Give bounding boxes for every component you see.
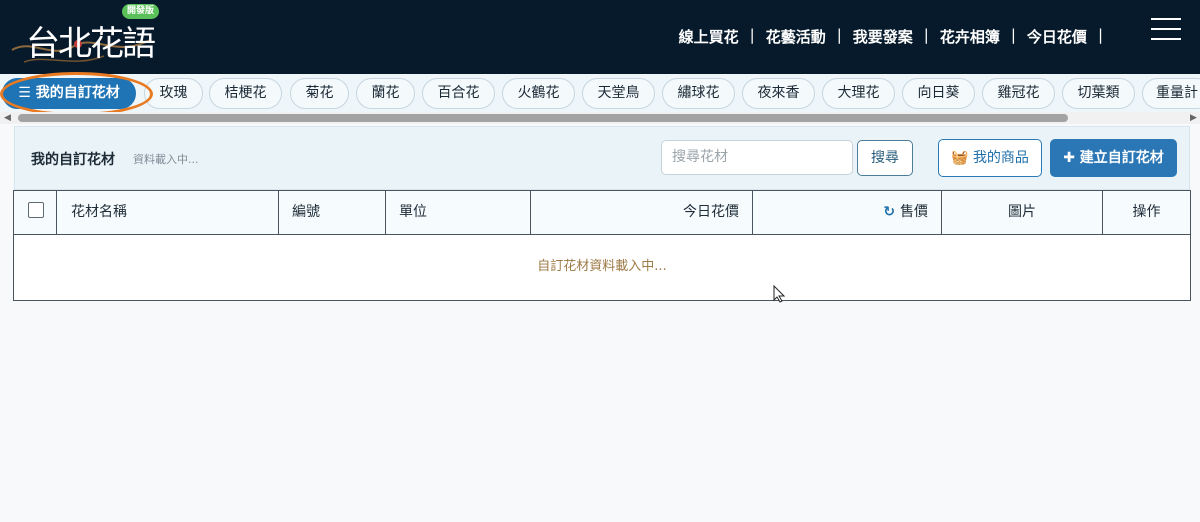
scrollbar-thumb[interactable] [18, 114, 1068, 122]
custom-materials-table: 花材名稱 編號 單位 今日花價 ↻ 售價 圖片 操作 自訂花材資料載入中... [13, 190, 1191, 301]
nav-today-price[interactable]: 今日花價 [1027, 26, 1087, 47]
scroll-right-icon[interactable]: ▶ [1190, 113, 1197, 123]
scroll-left-icon[interactable]: ◀ [4, 113, 11, 123]
nav-separator: | [836, 26, 842, 44]
category-bird-of-paradise[interactable]: 天堂鳥 [582, 78, 655, 109]
nav-separator: | [749, 26, 755, 44]
my-products-button[interactable]: 🧺 我的商品 [938, 139, 1042, 177]
nav-post-job[interactable]: 我要發案 [853, 26, 913, 47]
page-title: 我的自訂花材 [31, 152, 115, 168]
column-unit[interactable]: 單位 [386, 191, 531, 234]
column-actions: 操作 [1132, 204, 1161, 220]
category-bar: ☰ 我的自訂花材 玫瑰 桔梗花 菊花 蘭花 百合花 火鶴花 天堂鳥 繡球花 夜來… [0, 74, 1200, 112]
column-sale-price[interactable]: ↻ 售價 [753, 191, 942, 234]
sale-price-label: 售價 [900, 204, 928, 220]
nav-separator: | [923, 26, 929, 44]
active-category-highlight [0, 72, 153, 116]
category-orchid[interactable]: 蘭花 [356, 78, 415, 109]
site-logo[interactable]: 台北花語 開發版 [4, 2, 160, 72]
category-hydrangea[interactable]: 繡球花 [662, 78, 735, 109]
nav-separator: | [1010, 26, 1016, 44]
category-weight-priced[interactable]: 重量計 [1142, 78, 1200, 109]
plus-icon: ✚ [1063, 150, 1080, 166]
category-cut-leaves[interactable]: 切葉類 [1062, 78, 1135, 109]
search-button[interactable]: 搜尋 [857, 140, 913, 176]
column-code[interactable]: 編號 [279, 191, 386, 234]
top-header: 台北花語 開發版 線上買花 | 花藝活動 | 我要發案 | 花卉相簿 | 今日花… [0, 0, 1200, 74]
table-loading-row: 自訂花材資料載入中... [537, 259, 667, 274]
create-custom-material-button[interactable]: ✚ 建立自訂花材 [1050, 139, 1177, 177]
table-header: 花材名稱 編號 單位 今日花價 ↻ 售價 圖片 操作 [14, 191, 1190, 235]
nav-buy-flowers[interactable]: 線上買花 [679, 26, 739, 47]
nav-flower-album[interactable]: 花卉相簿 [940, 26, 1000, 47]
mouse-cursor-icon [773, 285, 785, 303]
category-scrollbar[interactable]: ◀ ▶ [0, 112, 1200, 124]
top-navigation: 線上買花 | 花藝活動 | 我要發案 | 花卉相簿 | 今日花價 | [679, 26, 1114, 47]
custom-material-toolbar: 我的自訂花材 資料載入中... 搜尋花材 搜尋 🧺 我的商品 ✚ 建立自訂花材 [14, 126, 1190, 190]
column-material-name[interactable]: 花材名稱 [57, 191, 279, 234]
category-chrysanthemum[interactable]: 菊花 [290, 78, 349, 109]
category-balloon-flower[interactable]: 桔梗花 [209, 78, 282, 109]
logo-text: 台北花語 [26, 24, 156, 64]
select-all-column [14, 191, 57, 234]
search-input[interactable]: 搜尋花材 [661, 140, 853, 175]
my-products-label: 我的商品 [972, 150, 1029, 166]
hamburger-menu-icon[interactable] [1151, 18, 1181, 42]
column-today-price[interactable]: 今日花價 [531, 191, 753, 234]
create-label: 建立自訂花材 [1079, 150, 1164, 166]
category-tuberose[interactable]: 夜來香 [742, 78, 815, 109]
category-celosia[interactable]: 雞冠花 [982, 78, 1055, 109]
category-lily[interactable]: 百合花 [422, 78, 495, 109]
nav-floral-events[interactable]: 花藝活動 [766, 26, 826, 47]
loading-status: 資料載入中... [133, 153, 199, 166]
dev-badge: 開發版 [122, 4, 160, 19]
category-dahlia[interactable]: 大理花 [822, 78, 895, 109]
category-anthurium[interactable]: 火鶴花 [502, 78, 575, 109]
basket-icon: 🧺 [951, 150, 973, 166]
refresh-icon[interactable]: ↻ [883, 204, 900, 220]
column-image: 圖片 [942, 191, 1103, 234]
category-sunflower[interactable]: 向日葵 [902, 78, 975, 109]
select-all-checkbox[interactable] [28, 202, 44, 218]
nav-separator: | [1097, 26, 1103, 44]
